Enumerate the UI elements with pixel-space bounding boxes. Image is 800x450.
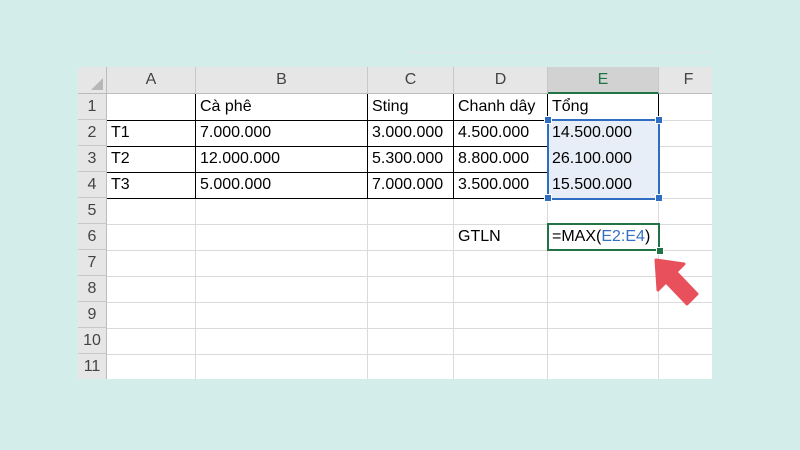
cell-b3[interactable]: 12.000.000 — [196, 146, 368, 172]
cell-c2[interactable]: 3.000.000 — [368, 120, 454, 146]
row-header-2[interactable]: 2 — [78, 120, 107, 146]
cell-d6[interactable]: GTLN — [454, 224, 548, 250]
cell-c3[interactable]: 5.300.000 — [368, 146, 454, 172]
row-header-9[interactable]: 9 — [78, 302, 107, 328]
row-header-4[interactable]: 4 — [78, 172, 107, 198]
cell-e2[interactable]: 14.500.000 — [548, 120, 659, 146]
formula-prefix: =MAX( — [552, 228, 602, 245]
cell-b4[interactable]: 5.000.000 — [196, 172, 368, 198]
cell-b2[interactable]: 7.000.000 — [196, 120, 368, 146]
column-header-e[interactable]: E — [548, 67, 659, 94]
corner-triangle-icon — [91, 78, 103, 90]
row-header-11[interactable]: 11 — [78, 354, 107, 379]
row-header-3[interactable]: 3 — [78, 146, 107, 172]
formula-range-reference: E2:E4 — [601, 228, 645, 245]
cell-a4[interactable]: T3 — [107, 172, 196, 198]
cell-c1[interactable]: Sting — [368, 94, 454, 120]
cell-b1[interactable]: Cà phê — [196, 94, 368, 120]
cell-a3[interactable]: T2 — [107, 146, 196, 172]
top-divider-line — [410, 52, 712, 53]
column-header-d[interactable]: D — [454, 67, 548, 94]
row-header-7[interactable]: 7 — [78, 250, 107, 276]
row-header-5[interactable]: 5 — [78, 198, 107, 224]
cell-e1[interactable]: Tổng — [548, 94, 659, 120]
select-all-corner[interactable] — [78, 67, 107, 94]
column-header-f[interactable]: F — [659, 67, 712, 94]
arrow-icon — [654, 258, 699, 306]
cell-a2[interactable]: T1 — [107, 120, 196, 146]
column-header-b[interactable]: B — [196, 67, 368, 94]
formula-suffix: ) — [644, 228, 651, 245]
spreadsheet-grid: A B C D E F 1 2 3 4 5 6 7 8 9 10 11 Cà p… — [78, 67, 712, 379]
cell-d1[interactable]: Chanh dây — [454, 94, 548, 120]
row-header-6[interactable]: 6 — [78, 224, 107, 250]
cell-d2[interactable]: 4.500.000 — [454, 120, 548, 146]
column-header-a[interactable]: A — [107, 67, 196, 94]
row-header-8[interactable]: 8 — [78, 276, 107, 302]
cell-d3[interactable]: 8.800.000 — [454, 146, 548, 172]
cell-e3[interactable]: 26.100.000 — [548, 146, 659, 172]
row-header-1[interactable]: 1 — [78, 94, 107, 120]
cell-c4[interactable]: 7.000.000 — [368, 172, 454, 198]
cell-e4[interactable]: 15.500.000 — [548, 172, 659, 198]
row-header-10[interactable]: 10 — [78, 328, 107, 354]
formula-cell-e6[interactable]: =MAX(E2:E4) — [548, 224, 659, 250]
cell-d4[interactable]: 3.500.000 — [454, 172, 548, 198]
column-header-c[interactable]: C — [368, 67, 454, 94]
